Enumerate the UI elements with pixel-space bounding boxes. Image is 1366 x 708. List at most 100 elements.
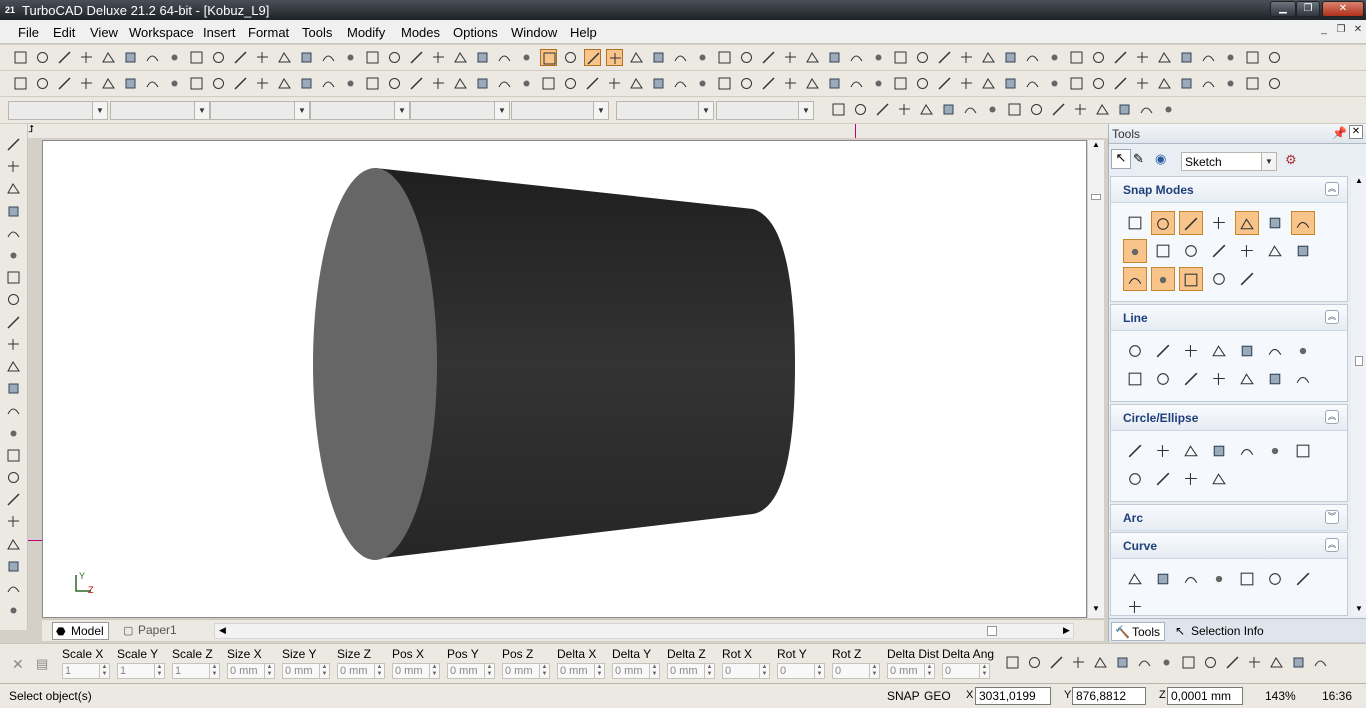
palette-settings-icon[interactable]: ⚙ bbox=[1285, 152, 1297, 168]
standard-tool-25-icon[interactable] bbox=[540, 49, 557, 66]
standard-tool-38-icon[interactable] bbox=[826, 49, 843, 66]
curve-tool-7-icon[interactable] bbox=[1291, 567, 1315, 591]
pen-scale-combo[interactable]: ▼ bbox=[410, 101, 510, 120]
spinner-icon[interactable]: ▲ ▼ bbox=[979, 664, 989, 678]
line-tool-1-icon[interactable] bbox=[1123, 339, 1147, 363]
standard-tool-45-icon[interactable] bbox=[980, 49, 997, 66]
circle-ellipse-tool-1-icon[interactable] bbox=[1123, 439, 1147, 463]
field-input[interactable]: 0 mm ▲ ▼ bbox=[887, 663, 935, 679]
drawing-viewport[interactable]: Y Z bbox=[42, 140, 1087, 618]
field-input[interactable]: 0 mm ▲ ▼ bbox=[667, 663, 715, 679]
curve-tool-8-icon[interactable] bbox=[1123, 595, 1147, 619]
standard-tool-48-icon[interactable] bbox=[1046, 49, 1063, 66]
3d-tool-35-icon[interactable] bbox=[760, 75, 777, 92]
snap-modes-tool-9-icon[interactable] bbox=[1151, 239, 1175, 263]
left-tool-21-icon[interactable] bbox=[5, 580, 22, 597]
collapse-chevron-icon[interactable]: ︽ bbox=[1325, 410, 1339, 424]
field-input[interactable]: 0 ▲ ▼ bbox=[942, 663, 990, 679]
inspector-action-2-icon[interactable] bbox=[1026, 654, 1043, 671]
mdi-close-button[interactable]: ✕ bbox=[1350, 24, 1366, 38]
left-tool-8-icon[interactable] bbox=[5, 291, 22, 308]
inspector-action-15-icon[interactable] bbox=[1312, 654, 1329, 671]
3d-tool-32-icon[interactable] bbox=[694, 75, 711, 92]
inspector-close-icon[interactable]: ✕ bbox=[12, 656, 24, 673]
circle-ellipse-tool-4-icon[interactable] bbox=[1207, 439, 1231, 463]
3d-tool-3-icon[interactable] bbox=[56, 75, 73, 92]
standard-tool-16-icon[interactable] bbox=[342, 49, 359, 66]
3d-tool-46-icon[interactable] bbox=[1002, 75, 1019, 92]
snap-toolbar-1-icon[interactable] bbox=[830, 101, 847, 118]
left-tool-14-icon[interactable] bbox=[5, 425, 22, 442]
standard-tool-35-icon[interactable] bbox=[760, 49, 777, 66]
standard-tool-14-icon[interactable] bbox=[298, 49, 315, 66]
left-tool-13-icon[interactable] bbox=[5, 402, 22, 419]
standard-tool-23-icon[interactable] bbox=[496, 49, 513, 66]
left-tool-19-icon[interactable] bbox=[5, 536, 22, 553]
scroll-right-arrow-icon[interactable]: ▶ bbox=[1063, 625, 1070, 636]
3d-tool-21-icon[interactable] bbox=[452, 75, 469, 92]
left-tool-22-icon[interactable] bbox=[5, 602, 22, 619]
spinner-icon[interactable]: ▲ ▼ bbox=[374, 664, 384, 678]
snap-toolbar-15-icon[interactable] bbox=[1138, 101, 1155, 118]
tab-tools[interactable]: 🔨 Tools bbox=[1111, 622, 1166, 641]
circle-ellipse-tool-8-icon[interactable] bbox=[1123, 467, 1147, 491]
line-tool-9-icon[interactable] bbox=[1151, 367, 1175, 391]
3d-tool-8-icon[interactable] bbox=[166, 75, 183, 92]
standard-tool-15-icon[interactable] bbox=[320, 49, 337, 66]
standard-tool-57-icon[interactable] bbox=[1244, 49, 1261, 66]
viewport-horizontal-scrollbar[interactable]: ◀ ▶ bbox=[214, 623, 1074, 639]
panel-scroll-thumb[interactable] bbox=[1355, 356, 1363, 366]
standard-tool-3-icon[interactable] bbox=[56, 49, 73, 66]
3d-tool-57-icon[interactable] bbox=[1244, 75, 1261, 92]
standard-tool-43-icon[interactable] bbox=[936, 49, 953, 66]
inspector-action-10-icon[interactable] bbox=[1202, 654, 1219, 671]
field-input[interactable]: 0 mm ▲ ▼ bbox=[227, 663, 275, 679]
3d-tool-26-icon[interactable] bbox=[562, 75, 579, 92]
snap-toolbar-11-icon[interactable] bbox=[1050, 101, 1067, 118]
spinner-icon[interactable]: ▲ ▼ bbox=[99, 664, 109, 678]
render-icon[interactable]: ◉ bbox=[1155, 151, 1166, 167]
left-tool-11-icon[interactable] bbox=[5, 358, 22, 375]
standard-tool-20-icon[interactable] bbox=[430, 49, 447, 66]
circle-ellipse-tool-11-icon[interactable] bbox=[1207, 467, 1231, 491]
spinner-icon[interactable]: ▲ ▼ bbox=[924, 664, 934, 678]
standard-tool-30-icon[interactable] bbox=[650, 49, 667, 66]
ruler-corner-icon[interactable]: ⮥ bbox=[28, 124, 40, 136]
standard-tool-27-icon[interactable] bbox=[584, 49, 601, 66]
standard-tool-8-icon[interactable] bbox=[166, 49, 183, 66]
snap-modes-tool-1-icon[interactable] bbox=[1123, 211, 1147, 235]
inspector-action-3-icon[interactable] bbox=[1048, 654, 1065, 671]
standard-tool-11-icon[interactable] bbox=[232, 49, 249, 66]
3d-tool-39-icon[interactable] bbox=[848, 75, 865, 92]
pen-style-combo[interactable]: ▼ bbox=[210, 101, 310, 120]
line-tool-2-icon[interactable] bbox=[1151, 339, 1175, 363]
tab-paper1[interactable]: ▢ Paper1 bbox=[120, 622, 181, 640]
3d-tool-5-icon[interactable] bbox=[100, 75, 117, 92]
snap-toolbar-5-icon[interactable] bbox=[918, 101, 935, 118]
3d-tool-23-icon[interactable] bbox=[496, 75, 513, 92]
standard-tool-53-icon[interactable] bbox=[1156, 49, 1173, 66]
standard-tool-36-icon[interactable] bbox=[782, 49, 799, 66]
3d-tool-49-icon[interactable] bbox=[1068, 75, 1085, 92]
inspector-action-5-icon[interactable] bbox=[1092, 654, 1109, 671]
mode-select[interactable]: Sketch ▼ bbox=[1181, 152, 1277, 171]
spinner-icon[interactable]: ▲ ▼ bbox=[209, 664, 219, 678]
field-input[interactable]: 0 mm ▲ ▼ bbox=[447, 663, 495, 679]
tab-model[interactable]: ⬣ Model bbox=[52, 622, 109, 640]
tab-selection-info[interactable]: ↖ Selection Info bbox=[1171, 622, 1268, 641]
standard-tool-56-icon[interactable] bbox=[1222, 49, 1239, 66]
3d-tool-10-icon[interactable] bbox=[210, 75, 227, 92]
menu-modify[interactable]: Modify bbox=[347, 25, 385, 40]
spinner-icon[interactable]: ▲ ▼ bbox=[154, 664, 164, 678]
standard-tool-13-icon[interactable] bbox=[276, 49, 293, 66]
3d-tool-24-icon[interactable] bbox=[518, 75, 535, 92]
left-tool-5-icon[interactable] bbox=[5, 225, 22, 242]
pen-width-combo[interactable]: ▼ bbox=[310, 101, 410, 120]
snap-modes-tool-13-icon[interactable] bbox=[1263, 239, 1287, 263]
snap-toolbar-8-icon[interactable] bbox=[984, 101, 1001, 118]
3d-tool-40-icon[interactable] bbox=[870, 75, 887, 92]
3d-tool-28-icon[interactable] bbox=[606, 75, 623, 92]
field-input[interactable]: 1 ▲ ▼ bbox=[117, 663, 165, 679]
3d-tool-36-icon[interactable] bbox=[782, 75, 799, 92]
3d-tool-53-icon[interactable] bbox=[1156, 75, 1173, 92]
